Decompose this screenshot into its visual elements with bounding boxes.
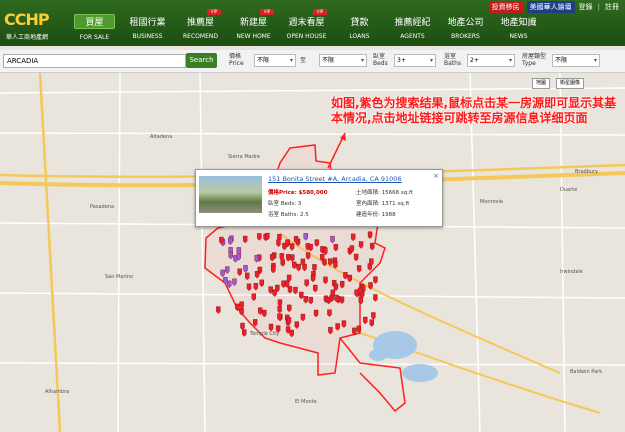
listing-baths: 浴室 Baths: 2.5	[268, 212, 309, 218]
top-right-links: 投資移民 美國華人論壇 登錄 | 註冊	[488, 1, 619, 13]
chinese-forum-link[interactable]: 美國華人論壇	[526, 1, 575, 13]
logo-subtitle: 華人工商地產網	[6, 34, 49, 41]
nav-item-5[interactable]: 貸款 LOANS	[333, 14, 386, 40]
type-label: 房屋類型 Type	[522, 53, 547, 67]
nav-item-sublabel: FOR SALE	[79, 34, 110, 41]
listing-interior-size: 室內面積: 1371 sq.ft	[356, 201, 410, 207]
instruction-annotation: 如图,紫色为搜索结果,鼠标点击某一房源即可显示其基本情况,点击地址链接可跳转至房…	[331, 96, 617, 125]
map-place-label: Monrovia	[480, 199, 503, 205]
beds-label: 臥室 Beds	[373, 53, 388, 67]
nav-item-sublabel: AGENTS	[400, 33, 425, 40]
nav-item-label: 地產公司	[447, 18, 484, 28]
nav-item-label: 新建屋	[239, 18, 267, 28]
nav-item-label: 推薦經紀	[394, 18, 431, 28]
main-nav: 買屋 FOR SALE 租國行業 BUSINESS 推薦屋 RECOMEND VIP 新建屋 N…	[68, 9, 545, 41]
map-canvas[interactable]: Sierra Madre Altadena San Marino Temple Cit…	[0, 73, 625, 432]
nav-item-7[interactable]: 地產公司 BROKERS	[439, 14, 492, 40]
nav-item-label: 推薦屋	[186, 18, 214, 28]
nav-item-label: 租國行業	[129, 18, 166, 28]
nav-item-sublabel: LOANS	[349, 33, 370, 40]
map-place-label: Altadena	[150, 134, 172, 140]
listing-lot-size: 土地面積: 15668 sq.ft	[356, 190, 413, 196]
nav-item-label: 地產知識	[500, 18, 537, 28]
map-place-label: Pasadena	[90, 204, 114, 210]
map-place-label: Baldwin Park	[570, 369, 602, 375]
nav-item-sublabel: RECOMEND	[183, 33, 218, 40]
map-place-label: Duarte	[560, 187, 577, 193]
nav-item-label: 買屋	[74, 14, 115, 29]
nav-item-1[interactable]: 租國行業 BUSINESS	[121, 14, 174, 40]
listing-popup: 151 Bonita Street #A, Arcadia, CA 91006 …	[195, 169, 443, 227]
map-place-label: El Monte	[295, 399, 317, 405]
map-place-label: Alhambra	[45, 389, 69, 395]
site-header: CCHP 華人工商地產網 買屋 FOR SALE 租國行業 BUSINESS 推薦屋 RE…	[0, 0, 625, 46]
search-button[interactable]: Search	[186, 53, 217, 68]
nav-item-label: 週末看屋	[288, 18, 325, 28]
logo-text: CCHP	[4, 10, 50, 29]
map-place-label: Sierra Madre	[228, 154, 260, 160]
vip-badge: VIP	[313, 9, 327, 15]
map-place-label: Irwindale	[560, 269, 583, 275]
nav-item-sublabel: OPEN HOUSE	[286, 33, 327, 40]
map-place-label: Temple City	[249, 331, 279, 337]
nav-item-6[interactable]: 推薦經紀 AGENTS	[386, 14, 439, 40]
beds-select[interactable]: 3+	[394, 54, 436, 67]
baths-select[interactable]: 2+	[467, 54, 515, 67]
listing-beds: 臥室 Beds: 3	[268, 201, 302, 207]
search-bar: ARCADIA Search 價格Price 不限 至 不限 臥室Beds 3+…	[0, 50, 625, 73]
price-min-select[interactable]: 不限	[254, 54, 296, 67]
nav-item-4[interactable]: 週末看屋 OPEN HOUSE VIP	[280, 9, 333, 40]
site-logo[interactable]: CCHP 華人工商地產網	[2, 8, 60, 42]
close-icon[interactable]: ×	[433, 172, 439, 180]
nav-item-0[interactable]: 買屋 FOR SALE	[68, 14, 121, 41]
to-label: 至	[300, 57, 307, 64]
divider: |	[597, 3, 600, 11]
listing-address-link[interactable]: 151 Bonita Street #A, Arcadia, CA 91006	[268, 175, 402, 183]
nav-item-8[interactable]: 地產知識 NEWS	[492, 14, 545, 40]
type-select[interactable]: 不限	[552, 54, 600, 67]
register-link[interactable]: 註冊	[605, 2, 619, 12]
listing-photo[interactable]	[199, 176, 262, 213]
login-link[interactable]: 登錄	[579, 2, 593, 12]
baths-label: 浴室 Baths	[444, 53, 462, 67]
map-place-label: Bradbury	[575, 169, 598, 175]
satellite-view-button[interactable]: 衛星圖像	[556, 78, 585, 89]
listing-year-built: 建造年份: 1988	[356, 212, 396, 218]
nav-item-3[interactable]: 新建屋 NEW HOME VIP	[227, 9, 280, 40]
nav-item-label: 貸款	[350, 18, 369, 28]
nav-item-sublabel: BUSINESS	[132, 33, 163, 40]
search-input[interactable]: ARCADIA	[3, 54, 186, 68]
map-place-label: San Marino	[105, 274, 133, 280]
price-max-select[interactable]: 不限	[319, 54, 367, 67]
map-view-button[interactable]: 地圖	[532, 78, 551, 89]
nav-item-sublabel: BROKERS	[451, 33, 480, 40]
price-label: 價格 Price	[229, 53, 244, 67]
vip-badge: VIP	[207, 9, 221, 15]
nav-item-sublabel: NEWS	[509, 33, 528, 40]
listing-price: 價格Price: $580,000	[268, 190, 328, 196]
investment-immigration-link[interactable]: 投資移民	[488, 1, 523, 13]
nav-item-2[interactable]: 推薦屋 RECOMEND VIP	[174, 9, 227, 40]
vip-badge: VIP	[260, 9, 274, 15]
nav-item-sublabel: NEW HOME	[236, 33, 271, 40]
